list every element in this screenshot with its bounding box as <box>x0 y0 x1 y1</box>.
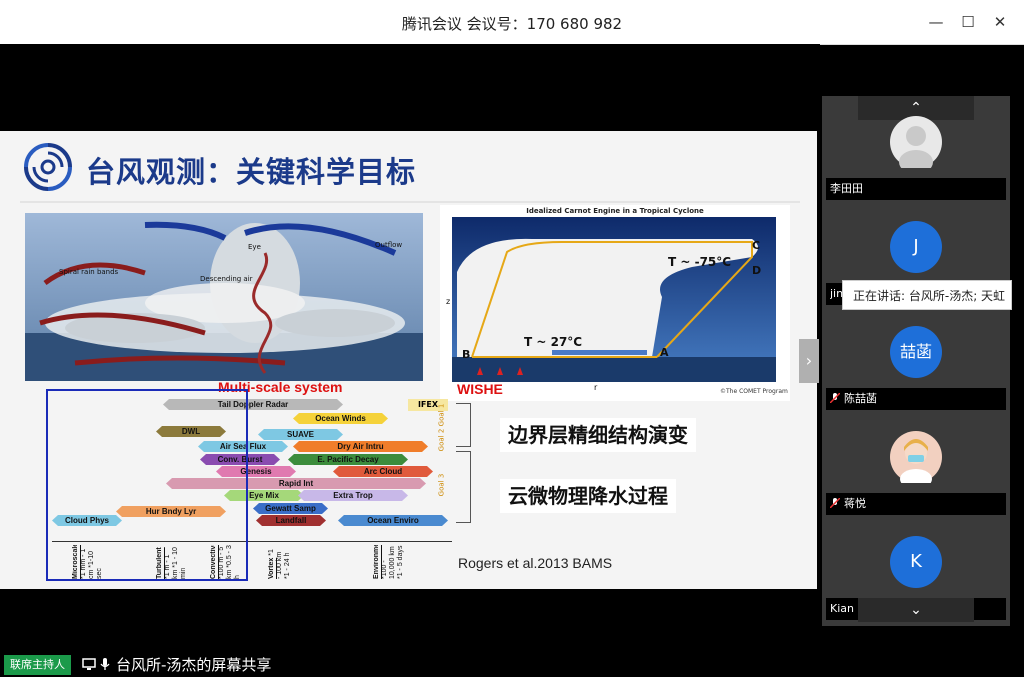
screen-share-label: 台风所-汤杰的屏幕共享 <box>116 656 272 674</box>
speaking-tooltip: 正在讲话: 台风所-汤杰; 天虹 <box>842 280 1012 310</box>
participant-tile-3[interactable]: 喆菡 陈喆菡 <box>822 316 1010 420</box>
title-divider <box>20 201 800 203</box>
scroll-down-button[interactable]: ⌄ <box>858 598 974 622</box>
scale-arrow-extra-trop: Extra Trop <box>298 490 408 501</box>
carnot-point-a: A <box>660 346 669 359</box>
screen-share-icon <box>82 658 96 670</box>
avatar: K <box>890 536 942 588</box>
participant-name: 李田田 <box>826 178 1006 200</box>
bottom-status-bar: 联席主持人 台风所-汤杰的屏幕共享 <box>0 652 1024 677</box>
scale-axis-label-environmental: Environmental *100 - 10,000 km *1 - 5 da… <box>373 545 407 579</box>
goal-label-1: Goal 1 <box>437 403 446 427</box>
goal-text-boundary-layer: 边界层精细结构演变 <box>500 418 696 452</box>
label-outflow: Outflow <box>375 241 403 249</box>
default-person-icon <box>899 126 933 174</box>
carnot-point-c: C <box>752 239 761 252</box>
label-wishe: WISHE <box>457 381 503 397</box>
participant-name-row: 陈喆菡 <box>826 388 1006 410</box>
carnot-point-d: D <box>752 264 762 277</box>
scale-arrow-dry-air-intru: Dry Air Intru <box>293 441 428 452</box>
goal-bracket-1 <box>456 403 471 447</box>
scale-axis-sub: *100 - 10,000 km *1 - 5 days <box>381 545 404 579</box>
minimize-button[interactable]: — <box>924 10 948 34</box>
slide-title: 台风观测：关键科学目标 <box>86 155 417 189</box>
avatar-photo <box>890 431 942 489</box>
scale-arrow-arc-cloud: Arc Cloud <box>333 466 433 477</box>
window-title: 腾讯会议 会议号：170 680 982 <box>401 15 623 33</box>
scale-arrow-ocean-enviro: Ocean Enviro <box>338 515 448 526</box>
highlight-rectangle <box>46 389 248 581</box>
participant-name-row: 蒋悦 <box>826 493 1006 515</box>
scale-arrow-landfall: Landfall <box>256 515 326 526</box>
swirl-logo-icon <box>24 143 72 191</box>
participant-name: 陈喆菡 <box>844 392 877 405</box>
participant-tile-1[interactable]: 李田田 <box>822 106 1010 210</box>
maximize-button[interactable]: ☐ <box>956 10 980 34</box>
participant-name: 蒋悦 <box>844 497 866 510</box>
scale-axis-name: Vortex <box>268 557 275 579</box>
carnot-tc-label: T ~ -75°C <box>668 255 732 269</box>
label-spiral-rain-bands: Spiral rain bands <box>59 268 119 276</box>
host-badge: 联席主持人 <box>4 655 71 675</box>
shared-slide: 台风观测：关键科学目标 Spiral rain bands Outflow Ey… <box>0 131 817 589</box>
scale-arrow-ocean-winds: Ocean Winds <box>293 413 388 424</box>
goal-bracket-2 <box>456 451 471 523</box>
scale-arrow-e-pacific-decay: E. Pacific Decay <box>288 454 408 465</box>
microphone-icon <box>100 658 110 670</box>
carnot-title: Idealized Carnot Engine in a Tropical Cy… <box>526 207 704 215</box>
carnot-tab-label: T ~ 27°C <box>524 335 583 349</box>
mic-muted-icon <box>830 393 840 403</box>
carnot-point-b: B <box>462 348 471 361</box>
scale-axis-name: Environmental <box>373 545 380 579</box>
scale-axis-label-vortex: Vortex *1 - 100 km *1 - 24 h <box>268 545 302 579</box>
mic-muted-icon <box>830 498 840 508</box>
avatar: 喆菡 <box>890 326 942 378</box>
close-button[interactable]: ✕ <box>988 10 1012 34</box>
label-descending-air: Descending air <box>200 275 253 283</box>
participant-tile-4[interactable]: 蒋悦 <box>822 421 1010 525</box>
carnot-copyright: ©The COMET Program <box>720 388 788 395</box>
goal-label-2: Goal 2 <box>437 428 446 452</box>
window-titlebar: 腾讯会议 会议号：170 680 982 — ☐ ✕ <box>0 0 1024 45</box>
goal-text-cloud-microphysics: 云微物理降水过程 <box>500 479 676 513</box>
scale-arrow-gewatt-samp: Gewatt Samp <box>253 503 328 514</box>
avatar: J <box>890 221 942 273</box>
goal-label-3: Goal 3 <box>437 473 446 497</box>
avatar <box>890 116 942 174</box>
next-page-button[interactable]: › <box>799 339 819 383</box>
person-photo-icon <box>900 439 932 489</box>
label-eye: Eye <box>248 243 261 251</box>
cyclone-structure-illustration: Spiral rain bands Outflow Eye Descending… <box>25 213 423 381</box>
carnot-engine-diagram: Idealized Carnot Engine in a Tropical Cy… <box>440 205 790 401</box>
scale-arrow-suave: SUAVE <box>258 429 343 440</box>
participant-sidebar: ⌃ 李田田 J jin 喆菡 陈喆菡 蒋悦 K Kian ⌄ <box>822 96 1010 626</box>
carnot-r-axis: r <box>594 383 598 392</box>
participant-name: jin <box>826 283 842 305</box>
citation-text: Rogers et al.2013 BAMS <box>458 555 613 571</box>
carnot-z-axis: z <box>446 297 451 306</box>
